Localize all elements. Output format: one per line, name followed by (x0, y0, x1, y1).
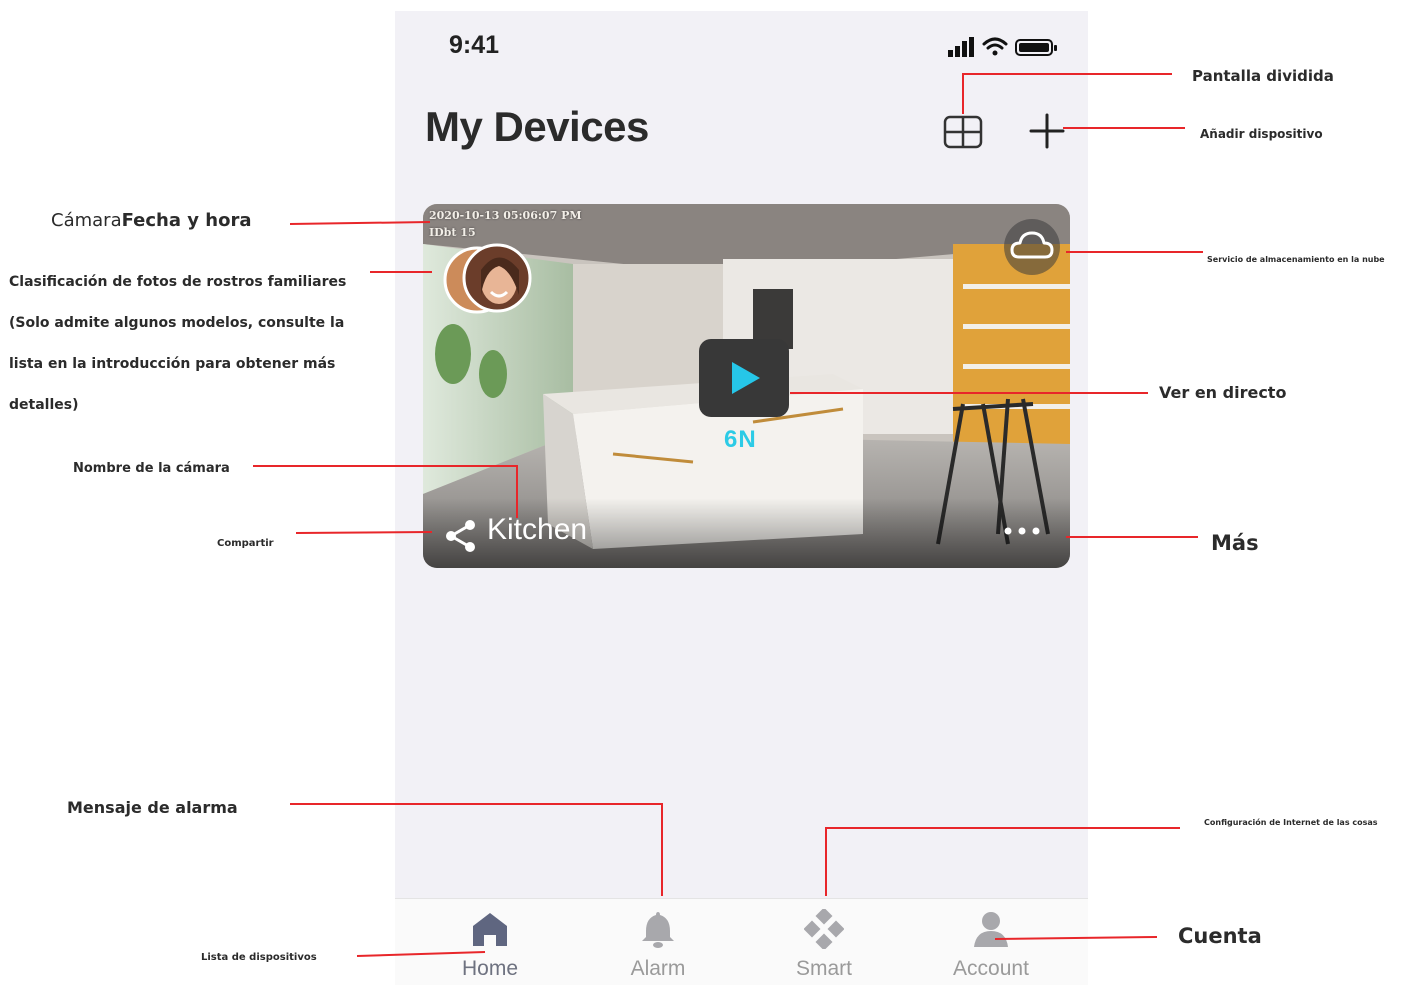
signal-icon (948, 37, 974, 57)
annotation-device-list: Lista de dispositivos (201, 952, 317, 963)
annotation-camera-name: Nombre de la cámara (73, 461, 230, 476)
tab-label: Home (461, 957, 519, 980)
plus-icon (1029, 113, 1065, 149)
tab-label: Account (953, 957, 1029, 980)
annotation-live-view: Ver en directo (1159, 383, 1287, 402)
resolution-label: 6N (724, 426, 757, 453)
camera-name: Kitchen (487, 513, 588, 546)
tab-smart[interactable]: Smart (759, 899, 889, 985)
tab-home[interactable]: Home (425, 899, 555, 985)
status-time: 9:41 (449, 31, 500, 59)
phone-screen: 9:41 My Devices 2020-10-13 05:06:07 PM I… (395, 11, 1088, 985)
grid-icon (943, 115, 983, 149)
annotation-split-screen: Pantalla dividida (1192, 67, 1334, 85)
live-view-play-button[interactable] (699, 339, 789, 417)
annotation-iot-config: Configuración de Internet de las cosas (1204, 818, 1378, 827)
share-icon (446, 520, 475, 552)
date-sub-text: IDbt 15 (429, 225, 476, 239)
battery-icon (1015, 39, 1057, 56)
camera-date-time: 2020-10-13 05:06:07 PM IDbt 15 (429, 208, 582, 241)
add-device-button[interactable] (1025, 111, 1069, 151)
annotation-cloud-storage: Servicio de almacenamiento en la nube (1207, 255, 1385, 264)
annotation-more: Más (1211, 531, 1259, 555)
more-button[interactable] (1000, 516, 1046, 546)
camera-card[interactable]: 2020-10-13 05:06:07 PM IDbt 15 6N Kitche… (423, 204, 1070, 568)
annotation-camera-date: CámaraFecha y hora (51, 210, 251, 231)
person-icon (974, 912, 1008, 947)
face-photos-button[interactable] (441, 240, 551, 315)
annotation-share: Compartir (217, 538, 274, 549)
annotation-add-device: Añadir dispositivo (1200, 127, 1323, 141)
status-icons (948, 37, 1057, 57)
tab-alarm[interactable]: Alarm (593, 899, 723, 985)
cloud-icon (1010, 231, 1054, 259)
wifi-icon (982, 37, 1008, 56)
cloud-storage-button[interactable] (1004, 219, 1060, 275)
date-time-text: 2020-10-13 05:06:07 PM (429, 209, 582, 222)
annotation-date-time: Fecha y hora (121, 210, 252, 231)
annotation-face-classification: Clasificación de fotos de rostros famili… (9, 274, 347, 413)
tab-label: Smart (795, 957, 852, 980)
home-icon (473, 913, 507, 946)
split-screen-button[interactable] (941, 111, 985, 151)
more-dots-icon (1004, 527, 1040, 535)
annotation-alarm-message: Mensaje de alarma (67, 798, 238, 817)
annotation-camera-prefix: Cámara (51, 210, 122, 231)
bell-icon (642, 912, 674, 948)
tab-bar: Home Alarm Smart Account (395, 898, 1088, 985)
annotation-account: Cuenta (1178, 924, 1262, 948)
share-button[interactable] (443, 519, 479, 553)
smart-icon (804, 909, 844, 949)
tab-label: Alarm (630, 957, 686, 980)
tab-account[interactable]: Account (926, 899, 1056, 985)
page-title: My Devices (425, 103, 649, 150)
